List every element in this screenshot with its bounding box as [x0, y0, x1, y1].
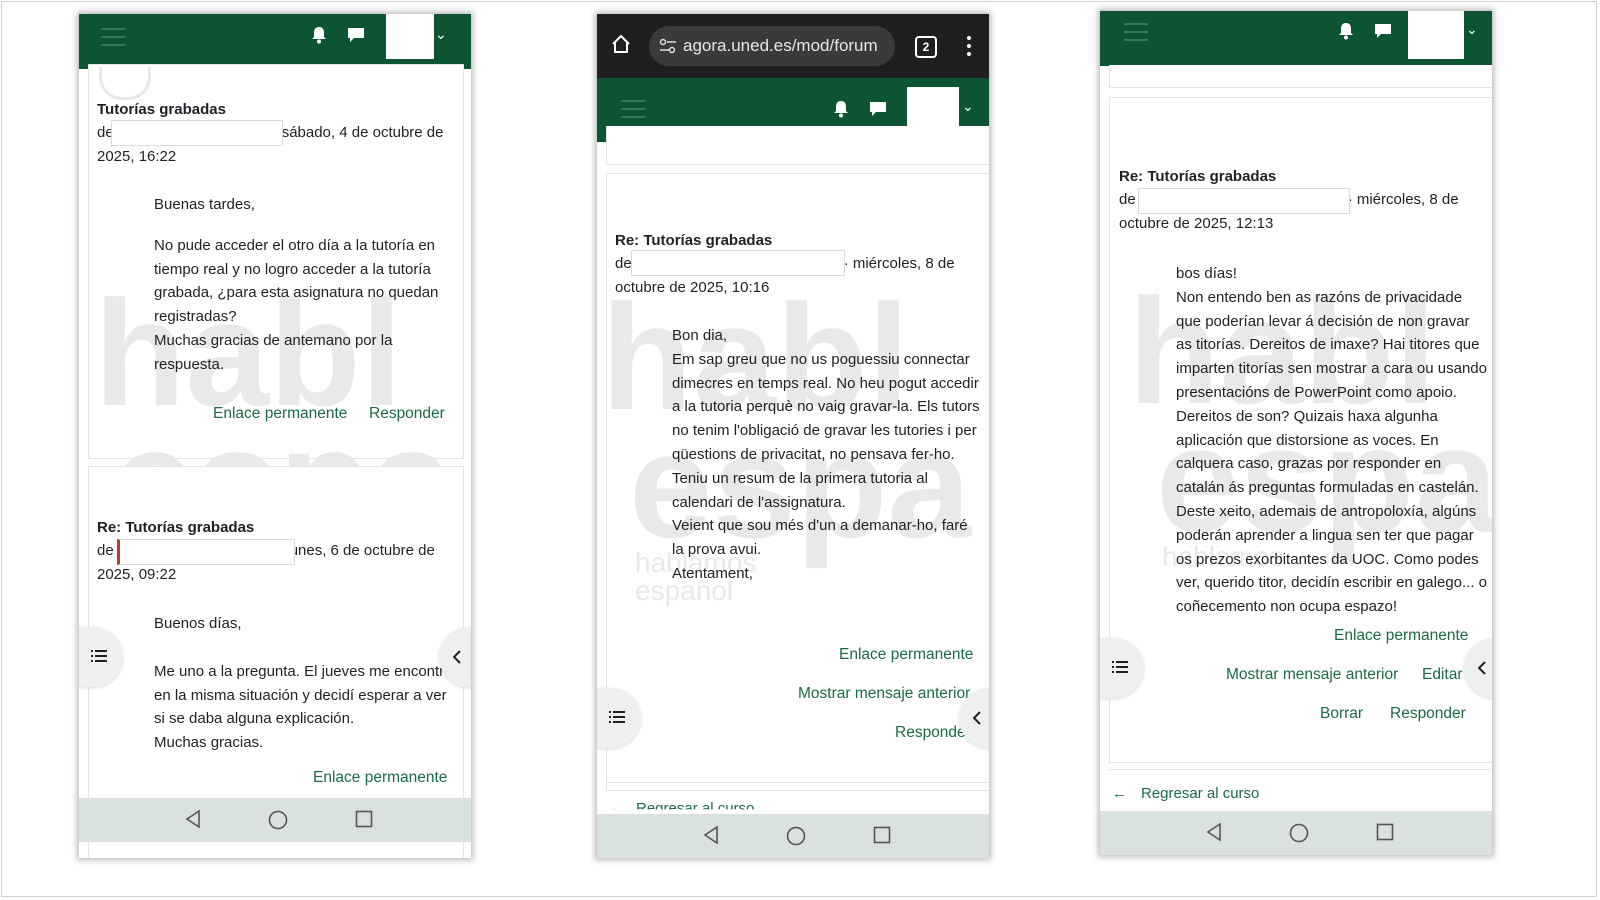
- notifications-bell-icon[interactable]: [311, 26, 327, 44]
- back-triangle-icon[interactable]: [703, 826, 719, 844]
- forum-post-card: habl espa hablamos Tutorías grabadas des…: [88, 64, 464, 573]
- back-to-course-link[interactable]: ← Regresar al curso: [1112, 785, 1259, 802]
- redacted-author: [111, 120, 283, 146]
- previous-post-card-edge: [1109, 65, 1492, 88]
- chevron-left-icon: [1478, 661, 1486, 675]
- list-icon: [609, 711, 625, 723]
- reply-link[interactable]: Responder: [369, 405, 445, 423]
- redacted-author: [631, 250, 845, 276]
- notifications-bell-icon[interactable]: [833, 100, 849, 118]
- notifications-bell-icon[interactable]: [1338, 22, 1354, 40]
- post-title: Tutorías grabadas: [97, 101, 226, 118]
- permalink-link[interactable]: Enlace permanente: [1334, 627, 1468, 645]
- home-circle-icon[interactable]: [1289, 823, 1309, 843]
- show-previous-message-link[interactable]: Mostrar mensaje anterior: [1226, 666, 1398, 684]
- post-title: Re: Tutorías grabadas: [97, 519, 255, 536]
- menu-icon[interactable]: [621, 100, 645, 118]
- url-text[interactable]: agora.uned.es/mod/forum: [683, 36, 888, 56]
- post-title: Re: Tutorías grabadas: [615, 232, 773, 249]
- back-triangle-icon[interactable]: [185, 810, 201, 828]
- post-message: Bon dia, Em sap greu que no us poguessiu…: [672, 327, 980, 582]
- messages-icon[interactable]: [1374, 23, 1392, 39]
- top-navbar: ⌄: [1100, 11, 1492, 66]
- permalink-link[interactable]: Enlace permanente: [313, 769, 447, 787]
- android-navigation-bar: [1100, 811, 1492, 855]
- home-circle-icon[interactable]: [268, 810, 288, 830]
- edit-link[interactable]: Editar: [1422, 666, 1463, 684]
- list-icon: [1112, 661, 1128, 673]
- phone-screenshot-3: ⌄ habl espa hablamos Re: Tutorías grabad…: [1100, 11, 1492, 855]
- address-bar[interactable]: agora.uned.es/mod/forum: [649, 26, 895, 66]
- browser-home-icon[interactable]: [611, 34, 631, 54]
- post-message: bos días! Non entendo ben as razóns de p…: [1176, 265, 1488, 616]
- user-avatar-placeholder: [99, 67, 151, 100]
- post-message: Buenas tardes, No pude acceder el otro d…: [154, 196, 439, 373]
- android-navigation-bar: [597, 814, 989, 858]
- recents-square-icon[interactable]: [355, 810, 373, 828]
- android-navigation-bar: [79, 798, 471, 842]
- divider: [1109, 769, 1491, 770]
- list-icon: [91, 650, 107, 662]
- more-options-icon[interactable]: [967, 36, 971, 60]
- back-triangle-icon[interactable]: [1206, 823, 1222, 841]
- recents-square-icon[interactable]: [873, 826, 891, 844]
- redacted-author: [117, 539, 295, 565]
- user-avatar[interactable]: [386, 14, 434, 59]
- phone-screenshot-2: agora.uned.es/mod/forum 2 ⌄ habl espa ha…: [597, 14, 989, 858]
- divider: [606, 782, 988, 783]
- home-circle-icon[interactable]: [786, 826, 806, 846]
- delete-link[interactable]: Borrar: [1320, 705, 1363, 723]
- site-settings-icon[interactable]: [659, 38, 677, 54]
- chevron-down-icon[interactable]: ⌄: [962, 98, 974, 115]
- redacted-author: [1138, 188, 1350, 214]
- permalink-link[interactable]: Enlace permanente: [213, 405, 347, 423]
- browser-toolbar: agora.uned.es/mod/forum 2: [597, 14, 989, 78]
- chevron-down-icon[interactable]: ⌄: [435, 26, 447, 43]
- forum-post-card: habl espa hablamos español Re: Tutorías …: [601, 173, 989, 791]
- reply-link[interactable]: Responder: [1390, 705, 1466, 723]
- chevron-down-icon[interactable]: ⌄: [1466, 21, 1478, 38]
- previous-post-card-edge: [606, 126, 989, 165]
- user-avatar[interactable]: [1408, 11, 1464, 59]
- chevron-left-icon: [973, 711, 981, 725]
- arrow-left-icon: ←: [1112, 785, 1127, 802]
- chevron-left-icon: [453, 650, 461, 664]
- recents-square-icon[interactable]: [1376, 823, 1394, 841]
- phone-screenshot-1: ⌄ habl espa hablamos Tutorías grabadas d…: [79, 14, 471, 858]
- permalink-link[interactable]: Enlace permanente: [839, 646, 973, 664]
- messages-icon[interactable]: [347, 27, 365, 43]
- top-navbar: ⌄: [79, 14, 471, 69]
- show-previous-message-link[interactable]: Mostrar mensaje anterior: [798, 685, 970, 703]
- forum-post-card: habl espa hablamos Re: Tutorías grabadas…: [1109, 97, 1492, 763]
- menu-icon[interactable]: [1124, 23, 1148, 41]
- post-title: Re: Tutorías grabadas: [1119, 168, 1277, 185]
- post-message: Buenos días, Me uno a la pregunta. El ju…: [154, 615, 453, 752]
- tab-switcher-button[interactable]: 2: [915, 36, 937, 58]
- menu-icon[interactable]: [101, 28, 125, 46]
- messages-icon[interactable]: [869, 101, 887, 117]
